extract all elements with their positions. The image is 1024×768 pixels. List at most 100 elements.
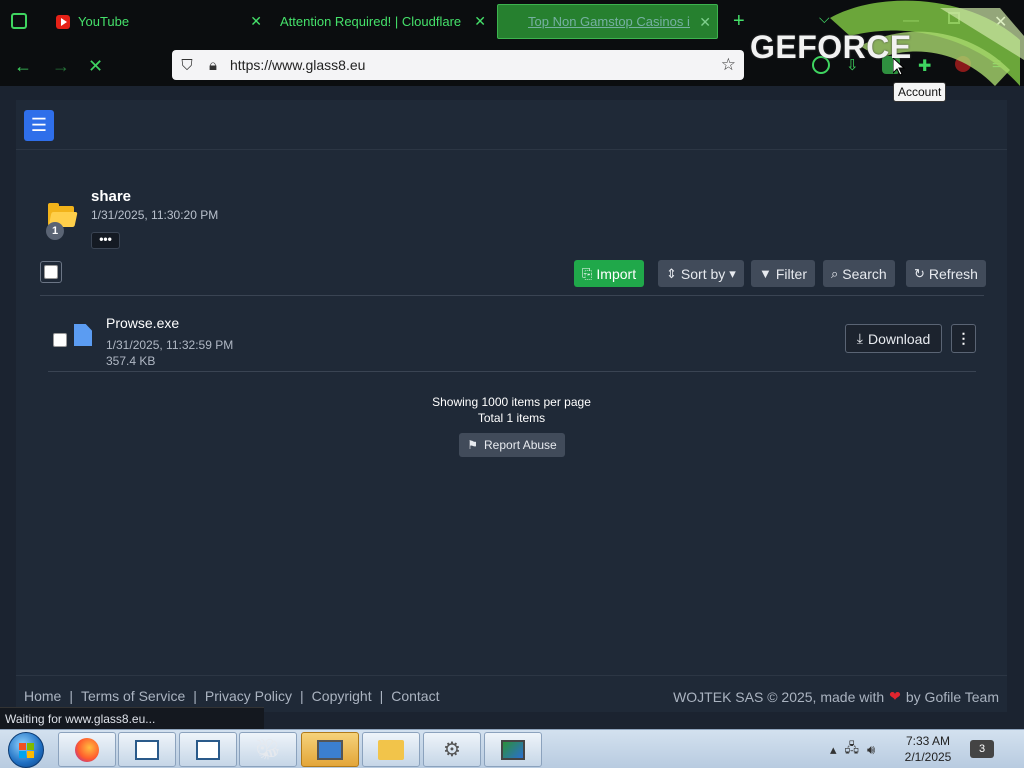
import-button[interactable]: ⎘ Import xyxy=(574,260,645,287)
firefox-icon xyxy=(75,737,99,762)
taskbar-window-2[interactable] xyxy=(179,732,237,767)
sort-icon: ⇕ xyxy=(666,265,677,281)
shield-icon[interactable]: ⛉ xyxy=(176,57,198,74)
checkbox-box xyxy=(44,265,58,279)
app-menu-icon[interactable]: ≡ xyxy=(992,56,1010,74)
mouse-cursor-icon xyxy=(893,58,905,76)
forward-arrow-icon[interactable]: → xyxy=(52,56,70,77)
extensions-puzzle-icon[interactable]: ✚ xyxy=(918,56,936,75)
footer-separator: | xyxy=(300,688,304,704)
taskbar-monitor-app[interactable] xyxy=(301,732,359,767)
page-top-bar: ☰ xyxy=(16,100,1007,150)
paging-per-page: Showing 1000 items per page xyxy=(432,395,591,409)
report-abuse-button[interactable]: ⚑ Report Abuse xyxy=(459,433,565,457)
filter-label: Filter xyxy=(775,265,807,282)
tab-casinos[interactable]: Top Non Gamstop Casinos in t ✕ xyxy=(497,4,718,39)
browser-status-bar: Waiting for www.glass8.eu... xyxy=(0,707,264,729)
search-button[interactable]: ⌕ Search xyxy=(823,260,895,287)
account-tooltip: Account xyxy=(893,82,947,102)
folder-date: 1/31/2025, 11:30:20 PM xyxy=(91,208,219,222)
tab-list-chevron-icon[interactable]: ⌵ xyxy=(819,10,830,27)
footer-link-copyright[interactable]: Copyright xyxy=(312,688,372,704)
folder-options-button[interactable]: ••• xyxy=(91,232,120,249)
tab-title: Top Non Gamstop Casinos in t xyxy=(528,14,690,29)
taskbar-firefox[interactable] xyxy=(58,732,116,767)
file-checkbox[interactable] xyxy=(53,333,67,347)
download-label: Download xyxy=(867,330,931,347)
footer-separator: | xyxy=(379,688,384,704)
monitor-icon xyxy=(317,739,343,760)
select-all-checkbox[interactable] xyxy=(40,261,62,283)
file-size: 357.4 KB xyxy=(106,354,156,368)
tab-cloudflare[interactable]: Attention Required! | Cloudflare ✕ xyxy=(274,4,492,39)
stop-loading-icon[interactable]: ✕ xyxy=(88,56,103,77)
ublock-icon[interactable] xyxy=(955,56,971,72)
filter-icon: ▼ xyxy=(759,266,772,281)
taskbar-explorer[interactable] xyxy=(362,732,420,767)
footer-separator: | xyxy=(69,688,73,704)
filter-button[interactable]: ▼ Filter xyxy=(751,260,815,287)
close-tab-icon[interactable]: ✕ xyxy=(474,13,486,30)
new-tab-button[interactable]: + xyxy=(733,10,745,33)
back-arrow-icon[interactable]: ← xyxy=(14,56,32,77)
window-app-icon xyxy=(196,739,220,760)
sort-by-button[interactable]: ⇕ Sort by ▾ xyxy=(658,260,744,287)
maximize-icon[interactable] xyxy=(948,12,960,24)
tray-expand-icon[interactable]: ▴ xyxy=(830,742,837,758)
download-button[interactable]: ⤓ Download xyxy=(845,324,942,353)
taskbar-picture-app[interactable] xyxy=(484,732,542,767)
gofile-page: ☰ 1 share 1/31/2025, 11:30:20 PM ••• ⎘ I… xyxy=(16,100,1007,712)
window-app-icon xyxy=(135,739,159,760)
refresh-button[interactable]: ↻ Refresh xyxy=(906,260,986,287)
taskbar-window-1[interactable] xyxy=(118,732,176,767)
report-label: Report Abuse xyxy=(484,438,557,452)
footer-credits: WOJTEK SAS © 2025, made with ❤ by Gofile… xyxy=(673,688,999,705)
action-center-icon[interactable]: 3 xyxy=(970,740,994,758)
hamburger-menu-button[interactable]: ☰ xyxy=(24,110,54,141)
footer-link-contact[interactable]: Contact xyxy=(391,688,439,704)
search-icon: ⌕ xyxy=(831,265,839,281)
picture-icon xyxy=(501,739,525,760)
import-label: Import xyxy=(596,265,637,282)
footer-link-terms[interactable]: Terms of Service xyxy=(81,688,185,704)
file-options-button[interactable]: ⋮ xyxy=(951,324,976,353)
file-name[interactable]: Prowse.exe xyxy=(106,315,179,331)
file-icon xyxy=(74,324,92,346)
taskbar-clock[interactable]: 7:33 AM 2/1/2025 xyxy=(900,733,956,765)
tab-title: Attention Required! | Cloudflare xyxy=(280,14,462,29)
geforce-logo-text: GEFORCE xyxy=(750,29,912,65)
file-row: Prowse.exe 1/31/2025, 11:32:59 PM 357.4 … xyxy=(48,296,976,372)
flag-icon: ⚑ xyxy=(467,438,479,452)
minimize-icon[interactable]: — xyxy=(903,12,919,30)
close-tab-icon[interactable]: ✕ xyxy=(699,14,711,31)
caret-down-icon: ▾ xyxy=(729,265,736,281)
taskbar-settings[interactable]: ⚙ xyxy=(423,732,481,767)
heart-icon: ❤ xyxy=(889,688,901,704)
footer-links: Home | Terms of Service | Privacy Policy… xyxy=(24,688,439,704)
tab-youtube[interactable]: YouTube ✕ xyxy=(50,4,268,39)
clock-time: 7:33 AM xyxy=(905,734,951,748)
footer-separator: | xyxy=(193,688,197,704)
lock-icon[interactable]: 🔒︎ xyxy=(202,57,224,74)
folder-name: share xyxy=(91,188,132,205)
gear-icon: ⚙ xyxy=(443,739,461,761)
start-button[interactable] xyxy=(8,732,44,768)
kebab-menu-icon: ⋮ xyxy=(956,330,971,346)
close-tab-icon[interactable]: ✕ xyxy=(250,13,262,30)
system-tray: ▴ 🖧︎ 🔊︎ xyxy=(830,730,875,768)
footer-link-privacy[interactable]: Privacy Policy xyxy=(205,688,292,704)
windows-logo-icon xyxy=(19,743,34,758)
address-bar[interactable]: ⛉ 🔒︎ https://www.glass8.eu ☆ xyxy=(172,50,744,80)
close-window-icon[interactable]: ✕ xyxy=(994,12,1007,32)
footer-link-home[interactable]: Home xyxy=(24,688,61,704)
sort-label: Sort by xyxy=(680,265,726,282)
network-icon[interactable]: 🖧︎ xyxy=(845,739,860,761)
url-text[interactable]: https://www.glass8.eu xyxy=(230,57,365,73)
taskbar-bee-app[interactable]: 🐝︎ xyxy=(239,732,297,767)
volume-icon[interactable]: 🔊︎ xyxy=(867,742,875,758)
tab-overview-icon[interactable] xyxy=(11,13,27,29)
bookmark-star-icon[interactable]: ☆ xyxy=(721,55,736,75)
windows-taskbar: 🐝︎ ⚙ ▴ 🖧︎ 🔊︎ 7:33 AM 2/1/2025 3 xyxy=(0,729,1024,768)
clock-date: 2/1/2025 xyxy=(904,750,952,764)
youtube-icon xyxy=(56,14,70,29)
